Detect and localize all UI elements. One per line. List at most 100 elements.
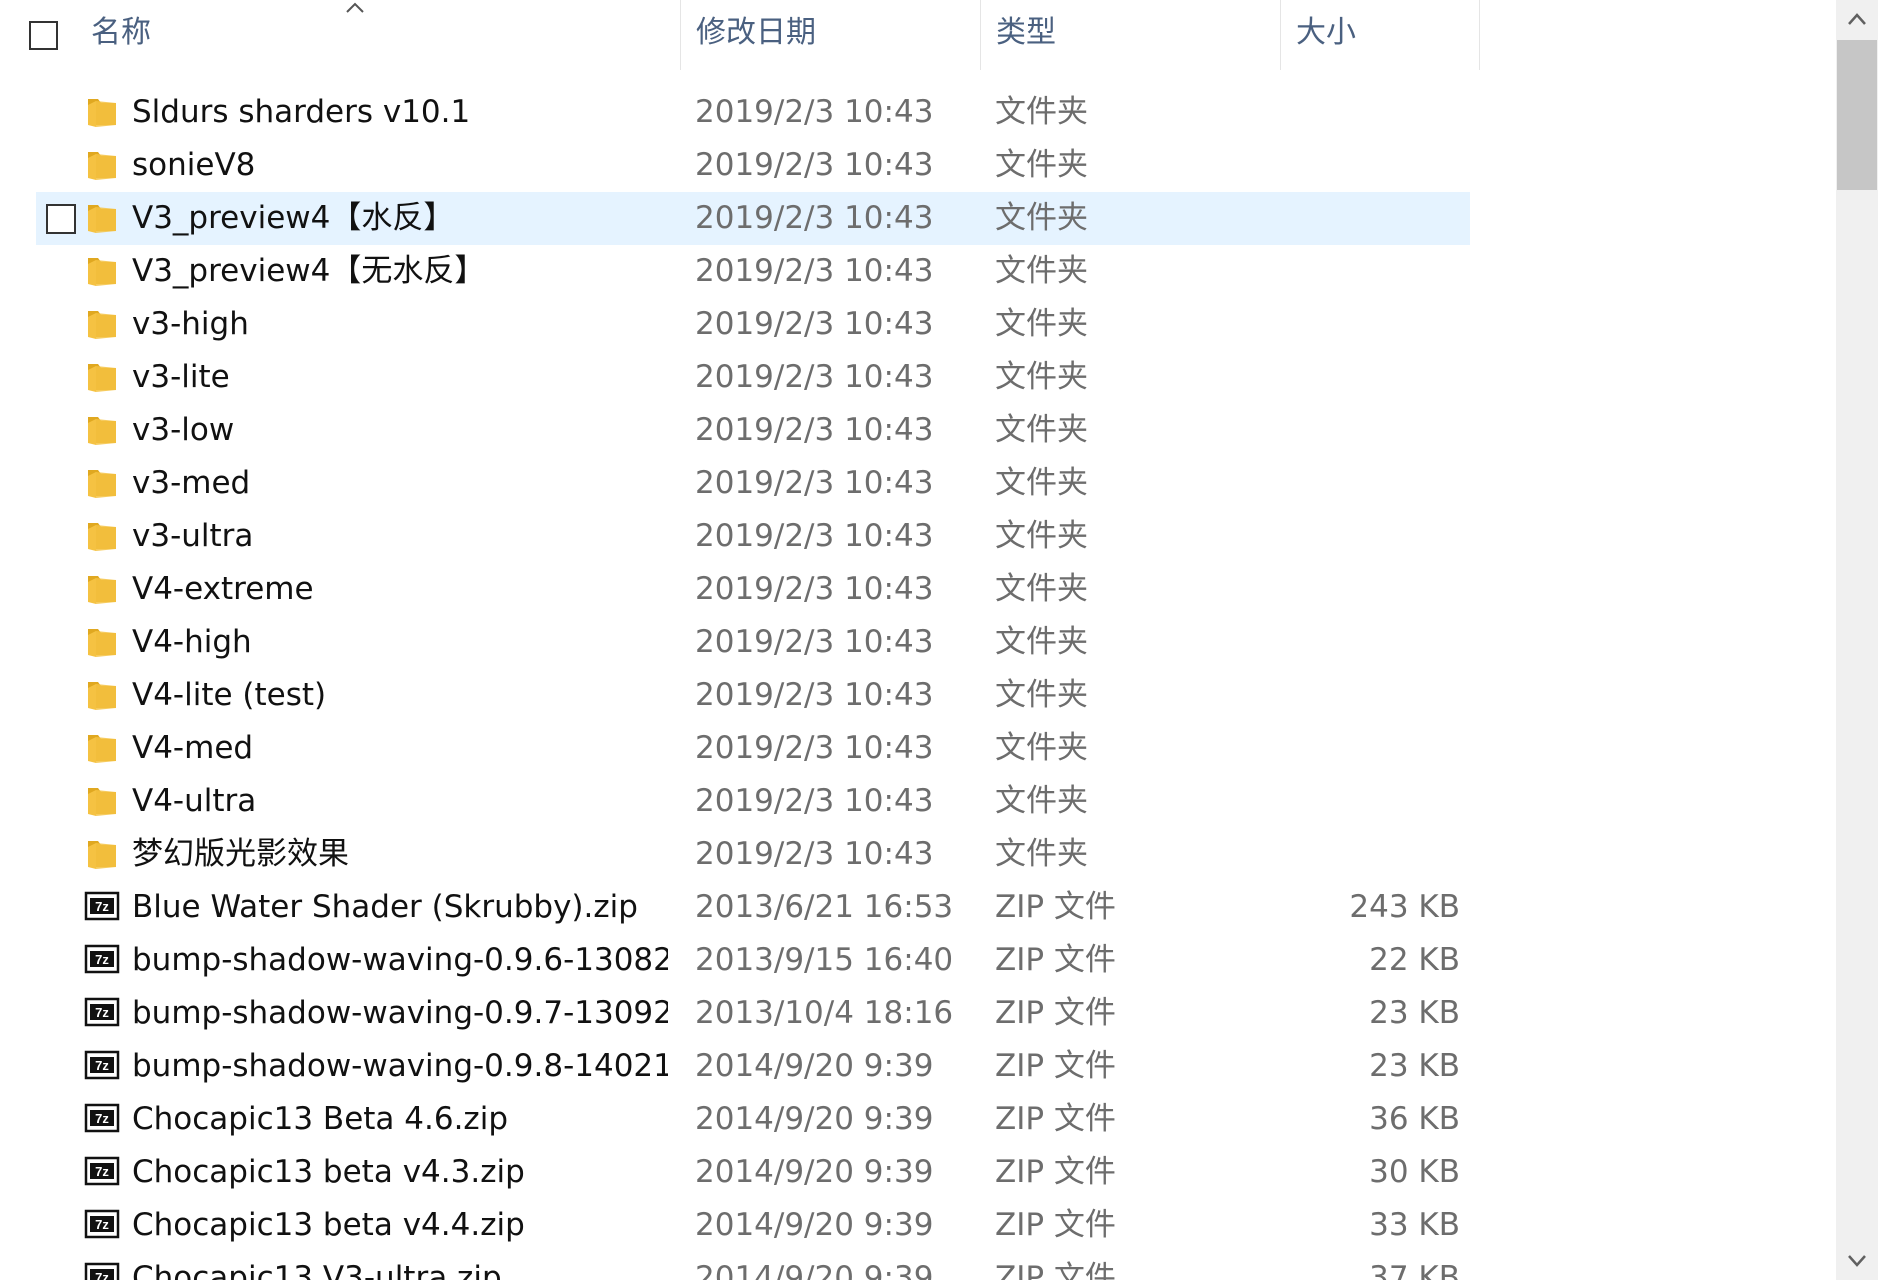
- list-item[interactable]: 7z Chocapic13 beta v4.3.zip 2014/9/20 9:39…: [0, 1146, 1836, 1199]
- file-name: bump-shadow-waving-0.9.8-14021...: [132, 1048, 668, 1084]
- list-item[interactable]: V4-ultra 2019/2/3 10:43 文件夹: [0, 775, 1836, 828]
- file-date: 2014/9/20 9:39: [695, 1260, 934, 1280]
- file-type: ZIP 文件: [995, 1260, 1116, 1280]
- column-header-size[interactable]: 大小: [1280, 0, 1480, 70]
- file-date: 2019/2/3 10:43: [695, 94, 934, 130]
- list-item[interactable]: v3-med 2019/2/3 10:43 文件夹: [0, 457, 1836, 510]
- file-type: ZIP 文件: [995, 1207, 1116, 1243]
- file-date: 2014/9/20 9:39: [695, 1207, 934, 1243]
- file-date: 2019/2/3 10:43: [695, 412, 934, 448]
- file-size: [1280, 669, 1460, 722]
- file-name: V3_preview4【水反】: [132, 200, 455, 236]
- list-item[interactable]: 7z bump-shadow-waving-0.9.7-13092... 2013/…: [0, 987, 1836, 1040]
- file-name: V4-lite (test): [132, 677, 327, 713]
- list-item[interactable]: 7z bump-shadow-waving-0.9.8-14021... 2014/…: [0, 1040, 1836, 1093]
- list-item[interactable]: 7z Chocapic13 Beta 4.6.zip 2014/9/20 9:39 Z…: [0, 1093, 1836, 1146]
- file-date: 2019/2/3 10:43: [695, 200, 934, 236]
- file-date: 2019/2/3 10:43: [695, 465, 934, 501]
- scroll-up-icon[interactable]: [1836, 0, 1878, 40]
- file-size: [1280, 616, 1460, 669]
- file-name: v3-high: [132, 306, 249, 342]
- folder-icon: [88, 788, 116, 816]
- file-type: 文件夹: [995, 624, 1088, 660]
- svg-text:7z: 7z: [95, 1164, 109, 1179]
- file-date: 2019/2/3 10:43: [695, 359, 934, 395]
- 7z-archive-icon: 7z: [84, 1050, 120, 1080]
- select-all-checkbox[interactable]: [29, 21, 58, 50]
- row-checkbox[interactable]: [46, 204, 76, 234]
- file-size: [1280, 139, 1460, 192]
- file-size: 36 KB: [1369, 1101, 1460, 1137]
- file-type: 文件夹: [995, 200, 1088, 236]
- 7z-archive-icon: 7z: [84, 1262, 120, 1280]
- file-name: V4-med: [132, 730, 254, 766]
- file-date: 2013/10/4 18:16: [695, 995, 954, 1031]
- list-item[interactable]: v3-ultra 2019/2/3 10:43 文件夹: [0, 510, 1836, 563]
- list-item[interactable]: Sldurs sharders v10.1 2019/2/3 10:43 文件夹: [0, 86, 1836, 139]
- file-name: bump-shadow-waving-0.9.6-13082...: [132, 942, 668, 978]
- folder-icon: [88, 576, 116, 604]
- column-header-bar: 名称 修改日期 类型 大小: [0, 0, 1836, 70]
- file-type: ZIP 文件: [995, 942, 1116, 978]
- column-header-date[interactable]: 修改日期: [680, 0, 980, 70]
- folder-icon: [88, 152, 116, 180]
- list-item[interactable]: V3_preview4【水反】 2019/2/3 10:43 文件夹: [0, 192, 1836, 245]
- folder-icon: [88, 470, 116, 498]
- file-type: 文件夹: [995, 465, 1088, 501]
- file-date: 2013/6/21 16:53: [695, 889, 954, 925]
- file-type: 文件夹: [995, 359, 1088, 395]
- scrollbar-thumb[interactable]: [1837, 40, 1877, 190]
- list-item[interactable]: V3_preview4【无水反】 2019/2/3 10:43 文件夹: [0, 245, 1836, 298]
- vertical-scrollbar[interactable]: [1836, 0, 1878, 1280]
- file-name: v3-ultra: [132, 518, 254, 554]
- list-item[interactable]: V4-high 2019/2/3 10:43 文件夹: [0, 616, 1836, 669]
- list-item[interactable]: V4-extreme 2019/2/3 10:43 文件夹: [0, 563, 1836, 616]
- file-type: ZIP 文件: [995, 995, 1116, 1031]
- file-size: [1280, 828, 1460, 881]
- file-size: [1280, 86, 1460, 139]
- file-name: Chocapic13 Beta 4.6.zip: [132, 1101, 508, 1137]
- file-name: Chocapic13 V3-ultra.zip: [132, 1260, 502, 1280]
- file-date: 2019/2/3 10:43: [695, 624, 934, 660]
- file-date: 2019/2/3 10:43: [695, 571, 934, 607]
- file-date: 2019/2/3 10:43: [695, 783, 934, 819]
- list-item[interactable]: v3-high 2019/2/3 10:43 文件夹: [0, 298, 1836, 351]
- svg-text:7z: 7z: [95, 1005, 109, 1020]
- file-size: [1280, 722, 1460, 775]
- list-item[interactable]: 7z Chocapic13 beta v4.4.zip 2014/9/20 9:39…: [0, 1199, 1836, 1252]
- list-item[interactable]: 7z Blue Water Shader (Skrubby).zip 2013/6/…: [0, 881, 1836, 934]
- 7z-archive-icon: 7z: [84, 891, 120, 921]
- scroll-down-icon[interactable]: [1836, 1240, 1878, 1280]
- file-size: [1280, 245, 1460, 298]
- file-type: ZIP 文件: [995, 1101, 1116, 1137]
- svg-text:7z: 7z: [95, 899, 109, 914]
- file-size: 23 KB: [1369, 995, 1460, 1031]
- file-date: 2014/9/20 9:39: [695, 1101, 934, 1137]
- folder-icon: [88, 523, 116, 551]
- list-item[interactable]: v3-low 2019/2/3 10:43 文件夹: [0, 404, 1836, 457]
- file-name: V4-extreme: [132, 571, 314, 607]
- list-item[interactable]: v3-lite 2019/2/3 10:43 文件夹: [0, 351, 1836, 404]
- list-item[interactable]: V4-lite (test) 2019/2/3 10:43 文件夹: [0, 669, 1836, 722]
- file-size: 37 KB: [1369, 1260, 1460, 1280]
- file-size: [1280, 457, 1460, 510]
- file-size: [1280, 404, 1460, 457]
- file-size: [1280, 775, 1460, 828]
- list-item[interactable]: 7z bump-shadow-waving-0.9.6-13082... 2013/…: [0, 934, 1836, 987]
- file-size: 243 KB: [1349, 889, 1460, 925]
- file-size: [1280, 351, 1460, 404]
- folder-icon: [88, 364, 116, 392]
- file-name: v3-med: [132, 465, 251, 501]
- list-item[interactable]: V4-med 2019/2/3 10:43 文件夹: [0, 722, 1836, 775]
- file-date: 2019/2/3 10:43: [695, 147, 934, 183]
- column-header-type[interactable]: 类型: [980, 0, 1280, 70]
- file-name: v3-low: [132, 412, 235, 448]
- file-date: 2014/9/20 9:39: [695, 1048, 934, 1084]
- column-header-name[interactable]: 名称: [76, 0, 680, 70]
- file-type: 文件夹: [995, 677, 1088, 713]
- 7z-archive-icon: 7z: [84, 1103, 120, 1133]
- list-item[interactable]: sonieV8 2019/2/3 10:43 文件夹: [0, 139, 1836, 192]
- list-item[interactable]: 梦幻版光影效果 2019/2/3 10:43 文件夹: [0, 828, 1836, 881]
- list-item[interactable]: 7z Chocapic13 V3-ultra.zip 2014/9/20 9:39 Z…: [0, 1252, 1836, 1280]
- file-type: ZIP 文件: [995, 1154, 1116, 1190]
